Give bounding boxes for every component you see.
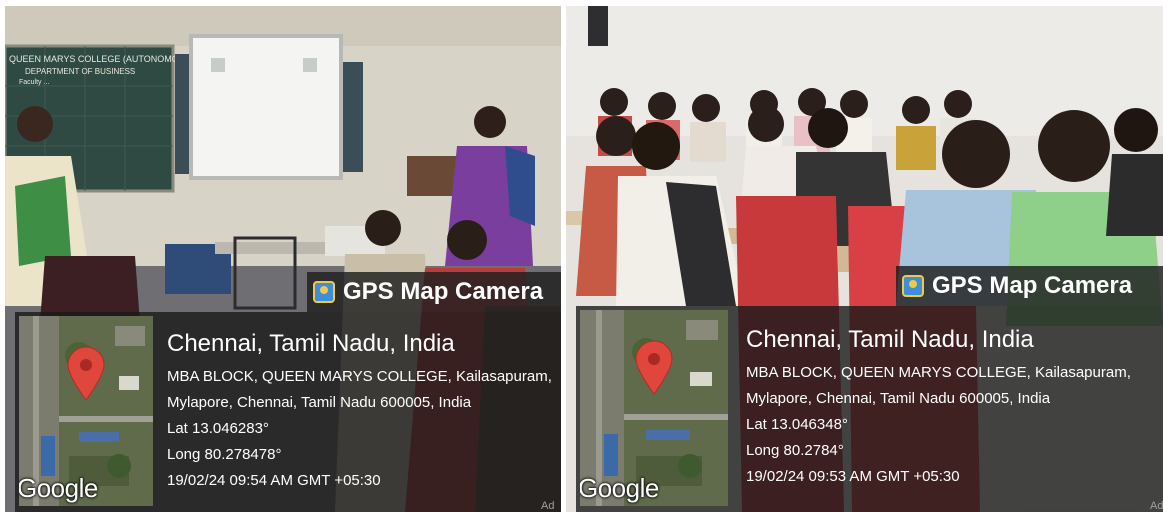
timestamp: 19/02/24 09:53 AM GMT +05:30 (746, 468, 960, 485)
gps-camera-icon (902, 275, 924, 297)
gps-info-text: Chennai, Tamil Nadu, India MBA BLOCK, QU… (167, 330, 552, 494)
location-pin-icon (67, 346, 105, 401)
location-map: Google (580, 310, 728, 506)
gps-camera-header: GPS Map Camera (896, 266, 1163, 306)
longitude: Long 80.278478° (167, 446, 282, 463)
ad-label: Ad (541, 500, 555, 512)
latitude: Lat 13.046283° (167, 420, 269, 437)
latitude: Lat 13.046348° (746, 416, 848, 433)
gps-info-panel: Google Chennai, Tamil Nadu, India MBA BL… (576, 306, 1163, 512)
google-logo: Google (19, 473, 98, 503)
board-text-3: Faculty ... (19, 79, 49, 86)
gps-info-text: Chennai, Tamil Nadu, India MBA BLOCK, QU… (746, 326, 1131, 490)
gps-camera-header: GPS Map Camera (307, 272, 561, 312)
location-pin-icon (635, 340, 673, 395)
timestamp: 19/02/24 09:54 AM GMT +05:30 (167, 472, 381, 489)
longitude: Long 80.2784° (746, 442, 844, 459)
location-map: Google (19, 316, 153, 506)
classroom-photo-right: GPS Map Camera Google Chennai, Tamil Nad… (566, 6, 1163, 512)
gps-camera-icon (313, 281, 335, 303)
board-text-1: QUEEN MARYS COLLEGE (AUTONOMOUS) (9, 54, 194, 64)
gps-info-panel: Google Chennai, Tamil Nadu, India MBA BL… (15, 312, 561, 512)
classroom-photo-left: QUEEN MARYS COLLEGE (AUTONOMOUS) DEPARTM… (5, 6, 561, 512)
google-logo: Google (580, 473, 659, 503)
gps-camera-brand: GPS Map Camera (343, 278, 544, 305)
board-text-2: DEPARTMENT OF BUSINESS (25, 67, 135, 76)
projector-screen (189, 34, 343, 180)
location-city: Chennai, Tamil Nadu, India (746, 326, 1034, 353)
address-line-2: Mylapore, Chennai, Tamil Nadu 600005, In… (746, 390, 1051, 407)
address-line-2: Mylapore, Chennai, Tamil Nadu 600005, In… (167, 394, 472, 411)
gps-camera-brand: GPS Map Camera (932, 272, 1133, 299)
address-line-1: MBA BLOCK, QUEEN MARYS COLLEGE, Kailasap… (746, 364, 1131, 381)
ad-label: Ad (1150, 500, 1163, 512)
address-line-1: MBA BLOCK, QUEEN MARYS COLLEGE, Kailasap… (167, 368, 552, 385)
location-city: Chennai, Tamil Nadu, India (167, 330, 455, 357)
